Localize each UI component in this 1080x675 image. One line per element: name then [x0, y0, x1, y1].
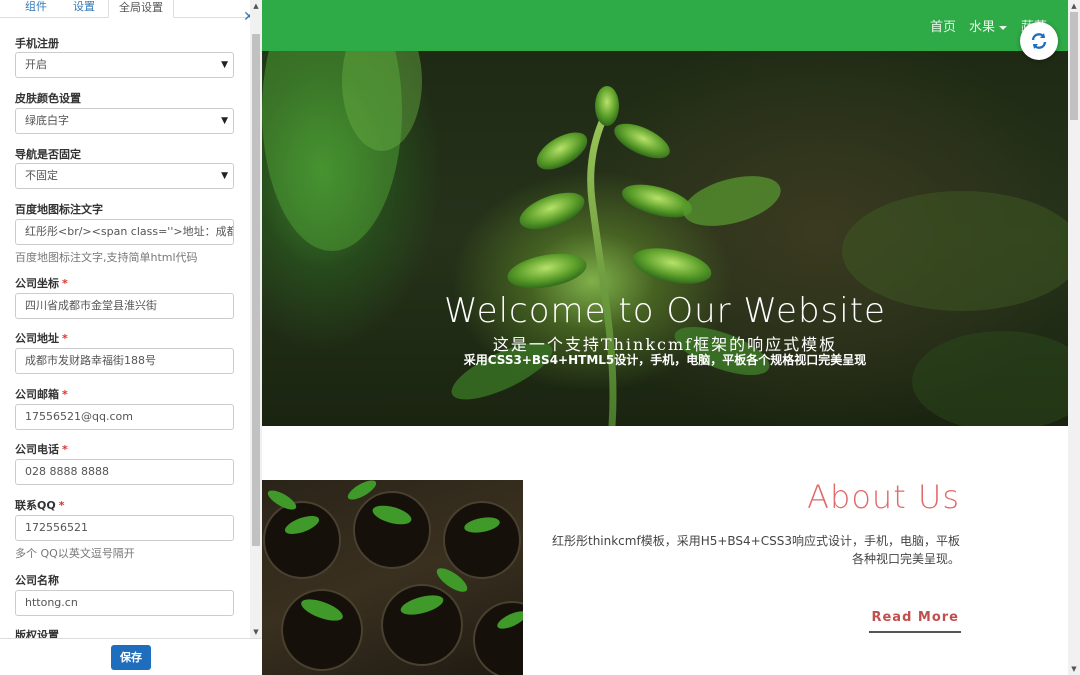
scroll-down-icon[interactable]: ▼ — [250, 626, 262, 638]
page-scrollbar[interactable]: ▲ ▼ — [1068, 0, 1080, 675]
tab-components[interactable]: 组件 — [15, 0, 57, 18]
scrollbar-thumb[interactable] — [252, 34, 260, 546]
scroll-up-icon[interactable]: ▲ — [250, 0, 262, 12]
field-label-company-address: 公司地址 * — [15, 332, 68, 345]
hero-title: Welcome to Our Website — [444, 291, 886, 331]
map-text-input[interactable]: 红彤彤<br/><span class=''>地址：成都市 — [15, 219, 234, 245]
chevron-down-icon — [999, 25, 1008, 30]
contact-qq-input[interactable]: 172556521 — [15, 515, 234, 541]
panel-footer: 保存 — [0, 638, 262, 675]
chevron-down-icon: ▼ — [221, 60, 228, 70]
company-email-input[interactable]: 17556521@qq.com — [15, 404, 234, 430]
field-label-map-text: 百度地图标注文字 — [15, 203, 103, 216]
company-phone-input[interactable]: 028 8888 8888 — [15, 459, 234, 485]
scroll-up-icon[interactable]: ▲ — [1068, 0, 1080, 12]
field-label-company-name: 公司名称 — [15, 574, 59, 587]
hero-banner: Welcome to Our Website 这是一个支持Thinkcmf框架的… — [262, 51, 1068, 426]
settings-form: 手机注册 开启 ▼ 皮肤颜色设置 绿底白字 ▼ 导航是否固定 不固定 ▼ 百度地图标注… — [0, 30, 250, 638]
about-image — [262, 480, 523, 675]
refresh-button[interactable] — [1020, 22, 1058, 60]
skin-color-select[interactable]: 绿底白字 ▼ — [15, 108, 234, 134]
tab-global-settings[interactable]: 全局设置 — [108, 0, 174, 18]
company-coords-input[interactable]: 四川省成都市金堂县淮兴街 — [15, 293, 234, 319]
chevron-down-icon: ▼ — [221, 116, 228, 126]
field-label-company-phone: 公司电话 * — [15, 443, 68, 456]
nav-fixed-select[interactable]: 不固定 ▼ — [15, 163, 234, 189]
about-title: About Us — [807, 478, 960, 516]
website-preview: 首页 水果 蔬菜 — [262, 0, 1068, 675]
chevron-down-icon: ▼ — [221, 171, 228, 181]
save-button[interactable]: 保存 — [111, 645, 151, 670]
read-more-link[interactable]: Read More — [869, 610, 961, 633]
panel-scrollbar[interactable]: ▲ ▼ — [250, 0, 262, 638]
contact-qq-help: 多个 QQ以英文逗号隔开 — [15, 547, 135, 560]
company-address-input[interactable]: 成都市发财路幸福街188号 — [15, 348, 234, 374]
hero-description: 采用CSS3+BS4+HTML5设计，手机，电脑，平板各个规格视口完美呈现 — [463, 353, 867, 367]
refresh-icon — [1031, 33, 1047, 49]
company-name-input[interactable]: httong.cn — [15, 590, 234, 616]
about-text-line: 各种视口完美呈现。 — [851, 552, 960, 566]
settings-panel: 组件 设置 全局设置 ✕ 手机注册 开启 ▼ 皮肤颜色设置 绿底白字 ▼ 导航是否固… — [0, 0, 262, 675]
field-label-copyright: 版权设置 — [15, 629, 59, 638]
hero-plant-image — [262, 51, 1068, 426]
field-label-contact-qq: 联系QQ * — [15, 499, 65, 512]
field-label-company-email: 公司邮箱 * — [15, 388, 68, 401]
about-text: 红彤彤thinkcmf模板，采用H5+BS4+CSS3响应式设计，手机，电脑，平… — [547, 532, 960, 568]
about-text-line: 红彤彤thinkcmf模板，采用H5+BS4+CSS3响应式设计，手机，电脑，平… — [551, 534, 960, 548]
mobile-register-select[interactable]: 开启 ▼ — [15, 52, 234, 78]
nav-fruit[interactable]: 水果 — [969, 16, 1008, 35]
navbar: 首页 水果 蔬菜 — [262, 0, 1068, 51]
page-scrollbar-thumb[interactable] — [1070, 12, 1078, 120]
tab-settings[interactable]: 设置 — [63, 0, 105, 18]
field-label-company-coords: 公司坐标 * — [15, 277, 68, 290]
panel-tabs: 组件 设置 全局设置 — [0, 0, 250, 18]
map-text-help: 百度地图标注文字,支持简单html代码 — [15, 251, 198, 264]
field-label-skin-color: 皮肤颜色设置 — [15, 92, 81, 105]
field-label-nav-fixed: 导航是否固定 — [15, 148, 81, 161]
scroll-down-icon[interactable]: ▼ — [1068, 663, 1080, 675]
nav-home[interactable]: 首页 — [930, 16, 956, 35]
field-label-mobile-register: 手机注册 — [15, 37, 59, 50]
